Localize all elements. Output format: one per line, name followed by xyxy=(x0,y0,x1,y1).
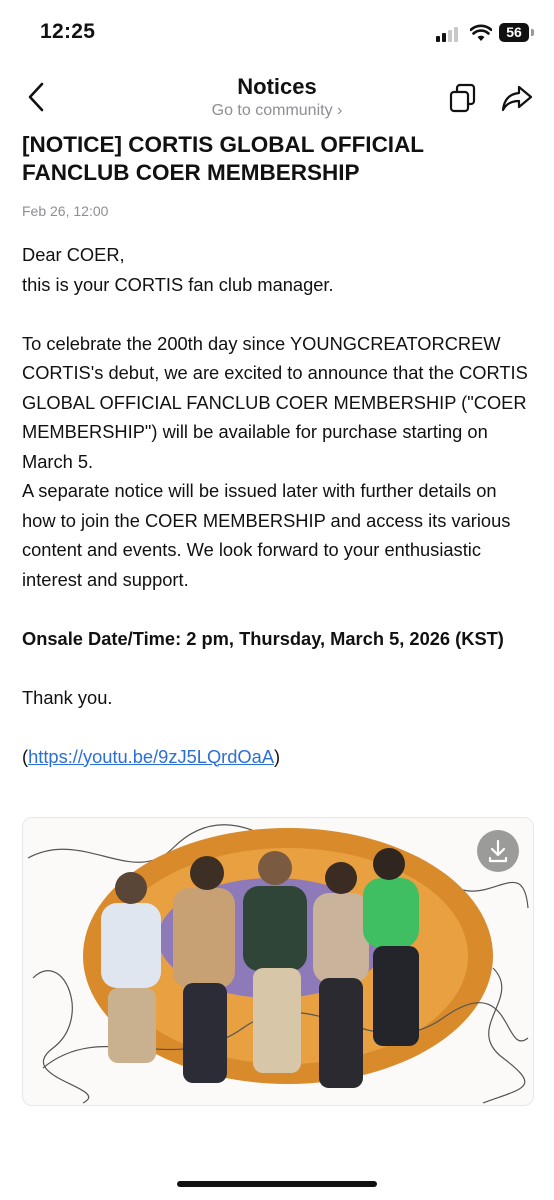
post-body: Dear COER, this is your CORTIS fan club … xyxy=(22,240,534,771)
post-date: Feb 26, 12:00 xyxy=(22,203,109,219)
share-arrow-icon[interactable] xyxy=(500,82,534,114)
group-photo-illustration xyxy=(27,824,529,1104)
wifi-icon xyxy=(470,24,492,41)
battery-icon: 56 xyxy=(499,23,529,42)
greeting-line-2: this is your CORTIS fan club manager. xyxy=(22,273,334,295)
link-close-paren: ) xyxy=(274,745,281,767)
post-content: [NOTICE] CORTIS GLOBAL OFFICIAL FANCLUB … xyxy=(22,131,534,771)
battery-level: 56 xyxy=(506,24,522,40)
post-title: [NOTICE] CORTIS GLOBAL OFFICIAL FANCLUB … xyxy=(22,132,424,185)
battery-cap xyxy=(531,29,534,36)
details-paragraph: A separate notice will be issued later w… xyxy=(22,480,511,590)
copy-icon[interactable] xyxy=(448,82,478,114)
announcement-paragraph: To celebrate the 200th day since YOUNGCR… xyxy=(22,332,528,472)
download-icon[interactable] xyxy=(477,830,519,872)
thanks-text: Thank you. xyxy=(22,686,113,708)
group-photo[interactable] xyxy=(22,817,534,1106)
go-to-community-label: Go to community xyxy=(211,102,333,119)
status-bar: 12:25 56 xyxy=(0,0,554,66)
status-time: 12:25 xyxy=(40,20,96,43)
onsale-datetime: Onsale Date/Time: 2 pm, Thursday, March … xyxy=(22,627,504,649)
chevron-right-icon: › xyxy=(337,102,343,119)
youtube-link[interactable]: https://youtu.be/9zJ5LQrdOaA xyxy=(28,746,274,767)
greeting-line-1: Dear COER, xyxy=(22,244,125,265)
nav-header: Notices Go to community › xyxy=(0,66,554,128)
cellular-signal-icon xyxy=(436,26,462,42)
home-indicator xyxy=(177,1181,377,1187)
link-line: (https://youtu.be/9zJ5LQrdOaA) xyxy=(22,742,534,772)
